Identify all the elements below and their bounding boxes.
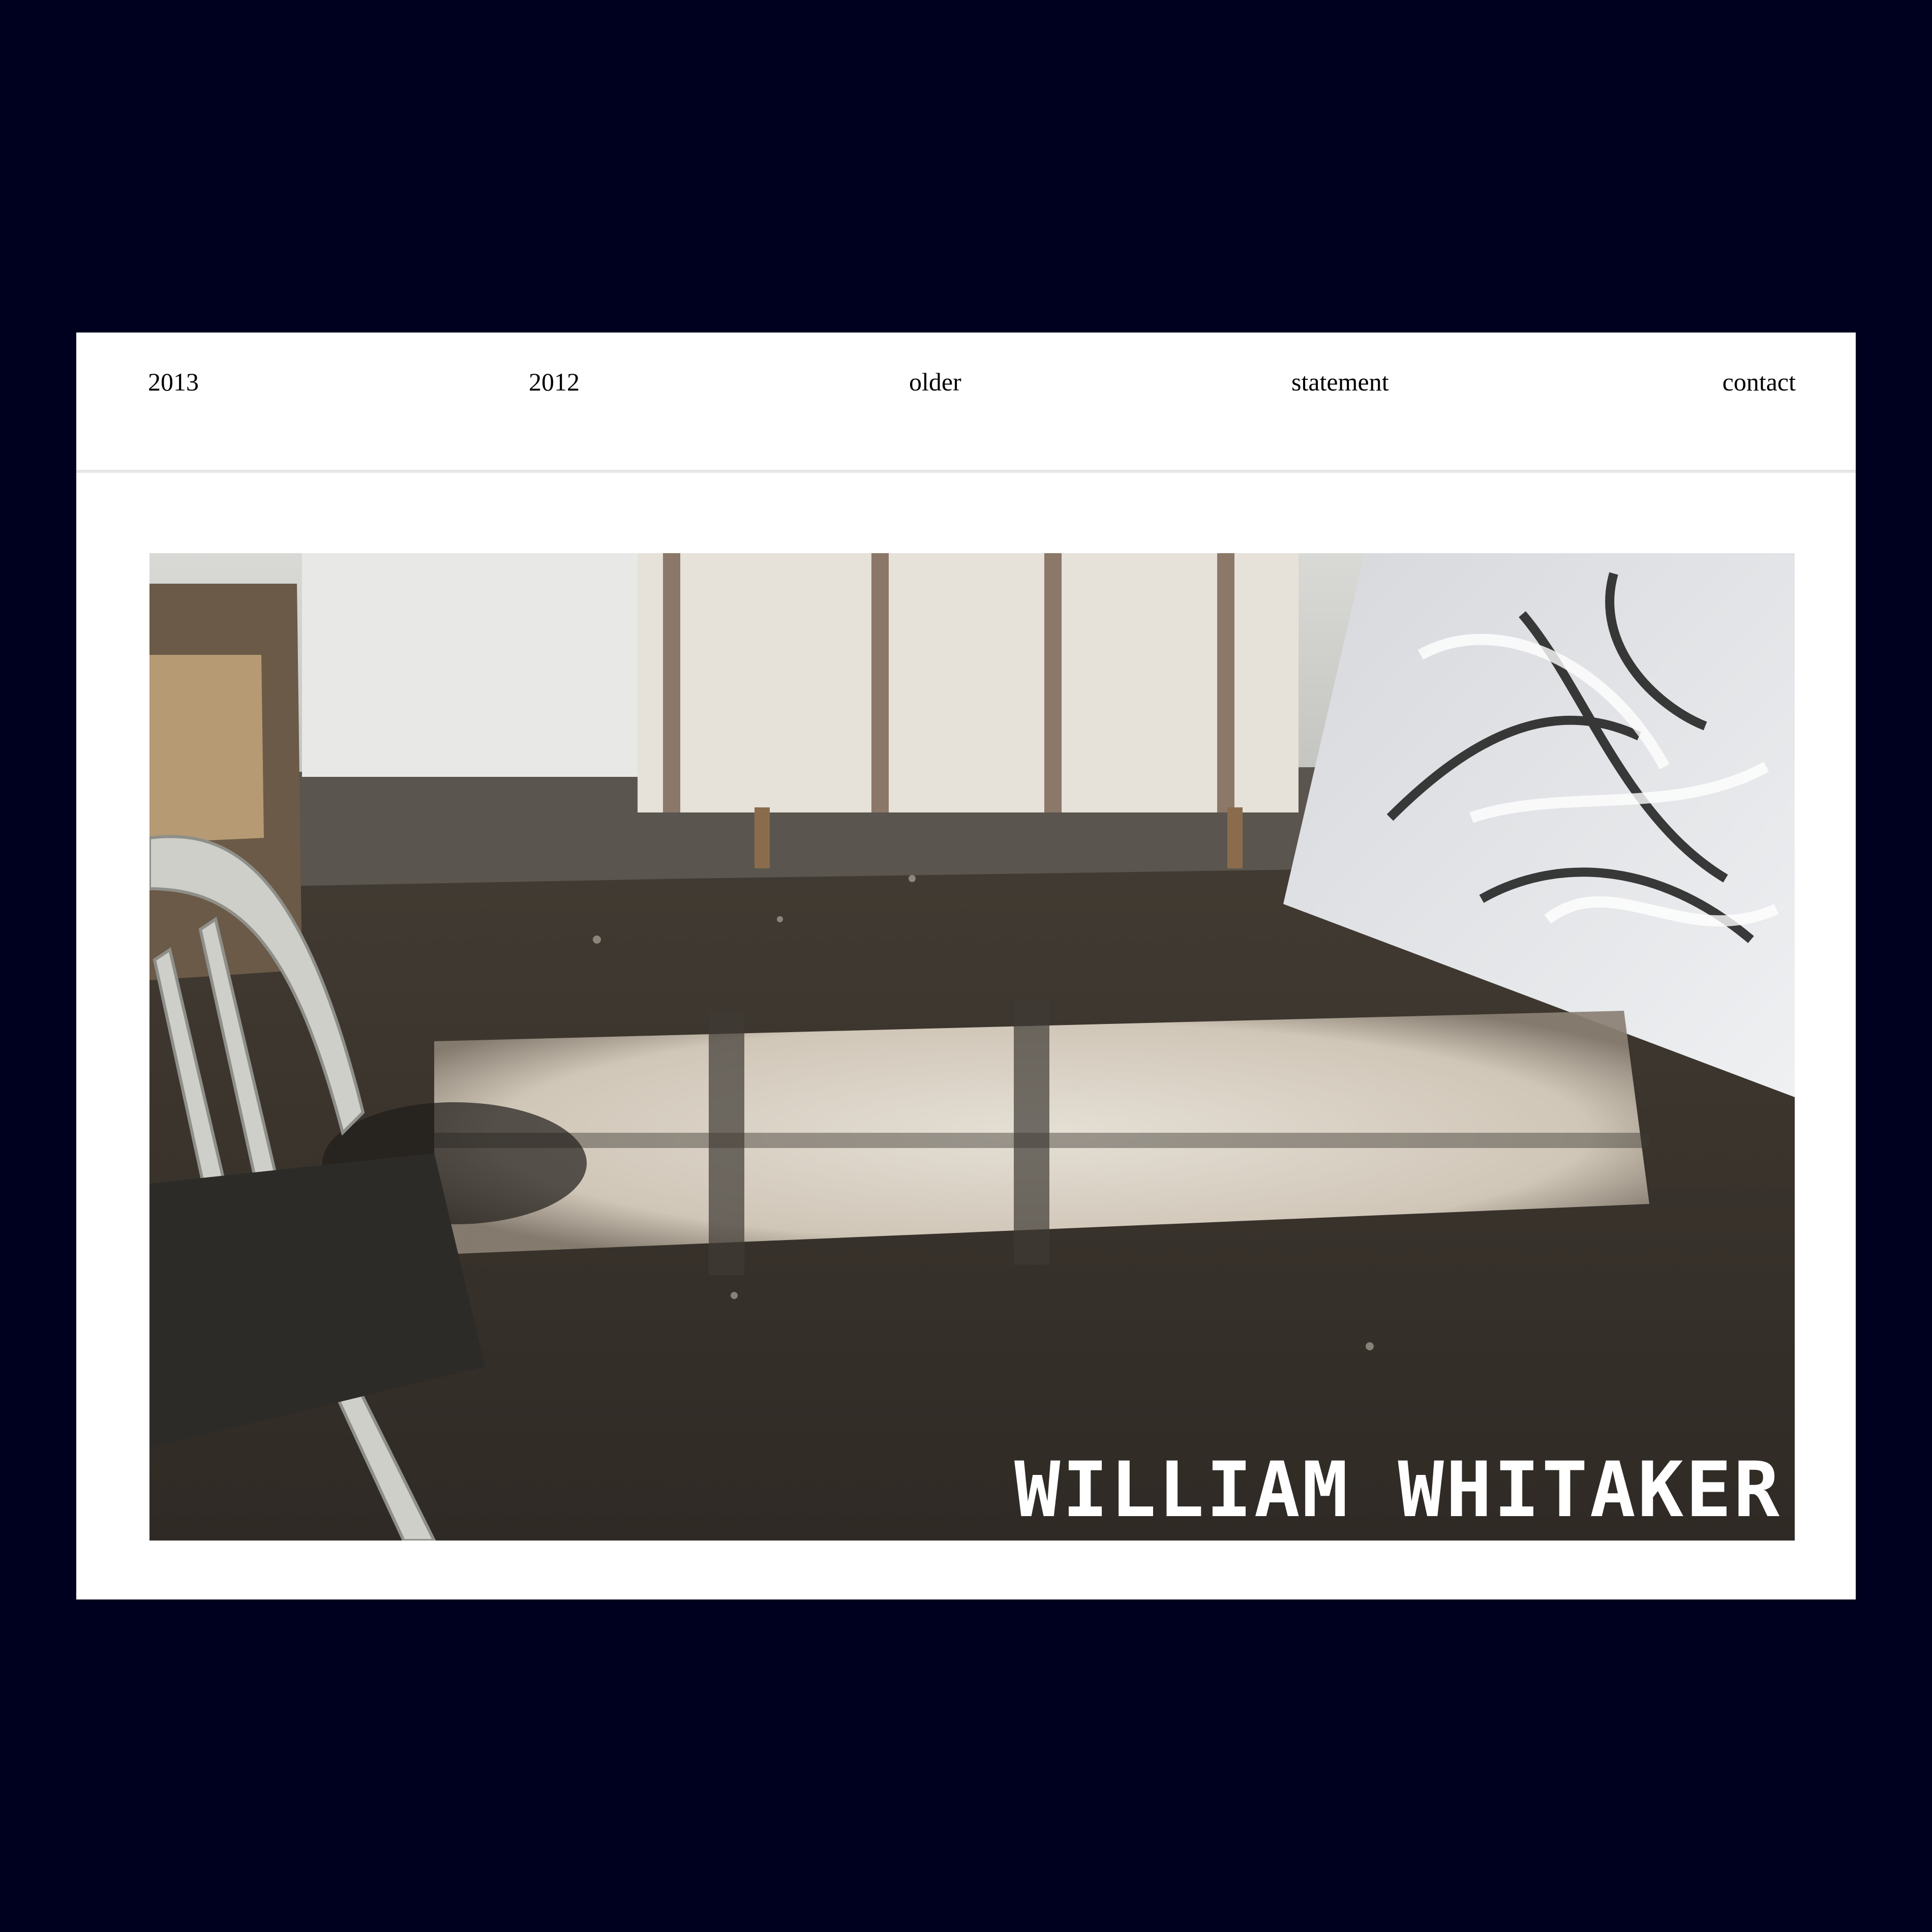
nav-link-contact[interactable]: contact <box>1723 367 1796 397</box>
site-title-overlay: WILLIAM WHITAKER <box>1014 1446 1782 1534</box>
nav-link-2012[interactable]: 2012 <box>529 367 580 397</box>
nav-link-older[interactable]: older <box>909 367 961 397</box>
studio-photo <box>149 553 1795 1541</box>
nav-link-statement[interactable]: statement <box>1291 367 1389 397</box>
top-navigation: 2013 2012 older statement contact <box>76 333 1856 473</box>
page-container: 2013 2012 older statement contact WILLIA… <box>76 333 1856 1599</box>
nav-link-2013[interactable]: 2013 <box>148 367 199 397</box>
hero-image: WILLIAM WHITAKER <box>149 553 1795 1541</box>
